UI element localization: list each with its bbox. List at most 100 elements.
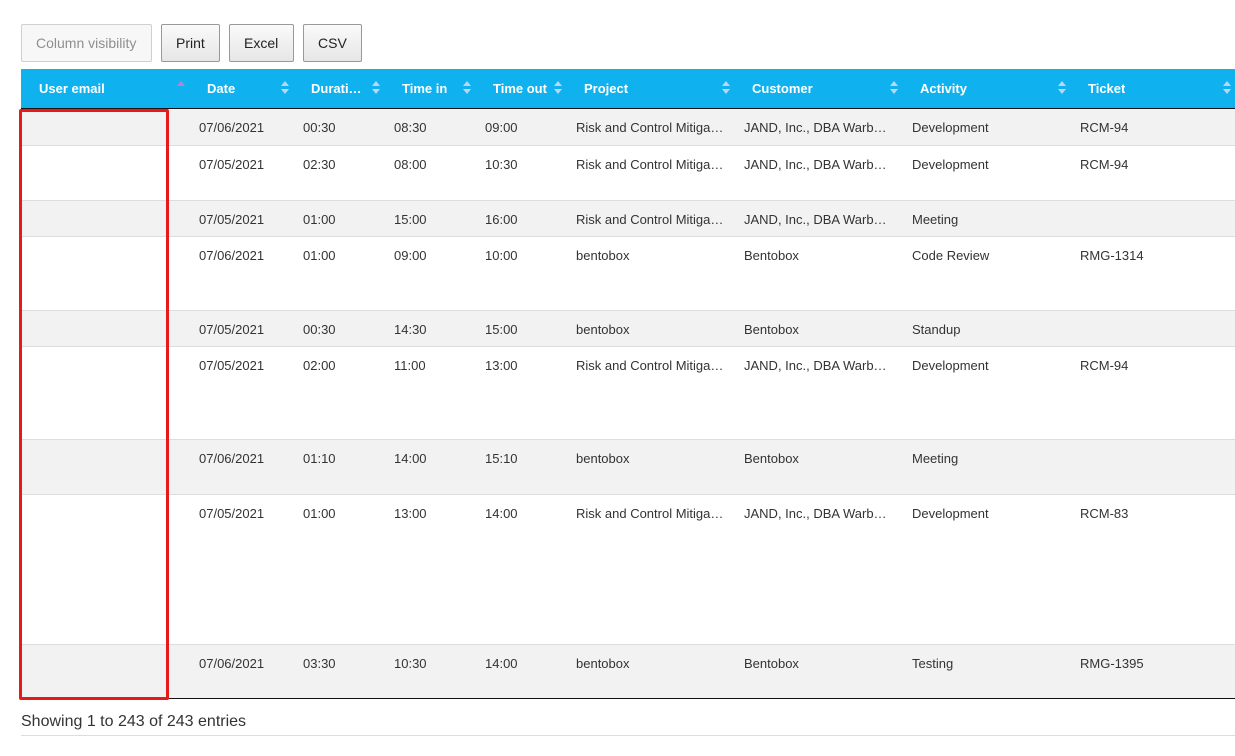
column-header-label: Activity <box>920 81 967 96</box>
cell-time-out: 14:00 <box>485 656 518 671</box>
table-row[interactable]: 07/05/2021 01:00 13:00 14:00 Risk and Co… <box>21 495 1235 645</box>
column-header-user-email[interactable]: User email <box>21 69 189 108</box>
table-row[interactable]: 07/05/2021 01:00 15:00 16:00 Risk and Co… <box>21 201 1235 237</box>
cell-project: Risk and Control Mitiga… <box>576 358 724 373</box>
cell-customer: JAND, Inc., DBA Warb… <box>744 120 887 135</box>
cell-customer: Bentobox <box>744 322 799 337</box>
sort-icon <box>554 81 562 97</box>
cell-date: 07/05/2021 <box>199 212 265 227</box>
cell-time-out: 10:00 <box>485 248 518 263</box>
cell-date: 07/05/2021 <box>199 322 265 337</box>
cell-time-in: 14:30 <box>394 322 427 337</box>
cell-project: Risk and Control Mitiga… <box>576 157 724 172</box>
column-header-label: User email <box>39 81 105 96</box>
cell-time-in: 14:00 <box>394 451 427 466</box>
cell-customer: Bentobox <box>744 451 799 466</box>
cell-duration: 00:30 <box>303 322 336 337</box>
cell-date: 07/05/2021 <box>199 358 265 373</box>
cell-date: 07/06/2021 <box>199 656 265 671</box>
table-row[interactable]: 07/06/2021 03:30 10:30 14:00 bentobox Be… <box>21 645 1235 698</box>
sort-icon <box>463 81 471 97</box>
cell-time-in: 08:30 <box>394 120 427 135</box>
cell-time-in: 15:00 <box>394 212 427 227</box>
cell-project: Risk and Control Mitiga… <box>576 212 724 227</box>
column-header-time-out[interactable]: Time out <box>475 69 566 108</box>
cell-duration: 00:30 <box>303 120 336 135</box>
cell-time-in: 10:30 <box>394 656 427 671</box>
csv-export-button[interactable]: CSV <box>303 24 362 62</box>
cell-time-out: 15:10 <box>485 451 518 466</box>
cell-project: Risk and Control Mitiga… <box>576 506 724 521</box>
cell-date: 07/05/2021 <box>199 506 265 521</box>
cell-time-out: 09:00 <box>485 120 518 135</box>
table-row[interactable]: 07/06/2021 00:30 08:30 09:00 Risk and Co… <box>21 109 1235 146</box>
cell-customer: Bentobox <box>744 248 799 263</box>
cell-time-out: 14:00 <box>485 506 518 521</box>
column-header-ticket[interactable]: Ticket <box>1070 69 1235 108</box>
cell-date: 07/06/2021 <box>199 451 265 466</box>
cell-time-in: 11:00 <box>394 358 426 373</box>
column-header-date[interactable]: Date <box>189 69 293 108</box>
cell-activity: Standup <box>912 322 961 337</box>
table-info: Showing 1 to 243 of 243 entries <box>21 713 247 730</box>
column-header-label: Durati… <box>311 81 362 96</box>
cell-project: Risk and Control Mitiga… <box>576 120 724 135</box>
cell-project: bentobox <box>576 322 630 337</box>
cell-activity: Development <box>912 358 989 373</box>
cell-activity: Code Review <box>912 248 990 263</box>
cell-project: bentobox <box>576 656 630 671</box>
cell-customer: JAND, Inc., DBA Warb… <box>744 358 887 373</box>
cell-duration: 03:30 <box>303 656 336 671</box>
cell-duration: 01:00 <box>303 506 336 521</box>
table-row[interactable]: 07/05/2021 02:00 11:00 13:00 Risk and Co… <box>21 347 1235 440</box>
column-header-label: Date <box>207 81 236 96</box>
sort-ascending-icon <box>177 81 185 97</box>
cell-duration: 01:00 <box>303 212 336 227</box>
cell-time-in: 09:00 <box>394 248 427 263</box>
cell-duration: 02:30 <box>303 157 336 172</box>
cell-project: bentobox <box>576 248 630 263</box>
sort-icon <box>1223 81 1231 97</box>
sort-icon <box>722 81 730 97</box>
table-row[interactable]: 07/06/2021 01:10 14:00 15:10 bentobox Be… <box>21 440 1235 495</box>
cell-activity: Development <box>912 120 989 135</box>
column-header-activity[interactable]: Activity <box>902 69 1070 108</box>
excel-export-button[interactable]: Excel <box>229 24 294 62</box>
cell-ticket: RCM-94 <box>1080 120 1129 135</box>
cell-date: 07/06/2021 <box>199 120 265 135</box>
column-header-project[interactable]: Project <box>566 69 734 108</box>
cell-activity: Development <box>912 157 989 172</box>
table-toolbar: Column visibility Print Excel CSV <box>21 24 362 62</box>
column-header-label: Time in <box>402 81 448 96</box>
column-visibility-button[interactable]: Column visibility <box>21 24 152 62</box>
cell-date: 07/05/2021 <box>199 157 265 172</box>
sort-icon <box>281 81 289 97</box>
divider <box>21 735 1235 736</box>
table-row[interactable]: 07/05/2021 02:30 08:00 10:30 Risk and Co… <box>21 146 1235 201</box>
cell-customer: JAND, Inc., DBA Warb… <box>744 157 887 172</box>
cell-date: 07/06/2021 <box>199 248 265 263</box>
sort-icon <box>890 81 898 97</box>
column-header-label: Project <box>584 81 629 96</box>
print-button[interactable]: Print <box>161 24 220 62</box>
sort-icon <box>372 81 380 97</box>
cell-ticket: RCM-94 <box>1080 358 1129 373</box>
column-header-customer[interactable]: Customer <box>734 69 902 108</box>
cell-time-in: 08:00 <box>394 157 427 172</box>
column-header-label: Customer <box>752 81 813 96</box>
column-header-duration[interactable]: Durati… <box>293 69 384 108</box>
cell-duration: 02:00 <box>303 358 336 373</box>
column-header-time-in[interactable]: Time in <box>384 69 475 108</box>
cell-activity: Meeting <box>912 451 959 466</box>
table-body: 07/06/2021 00:30 08:30 09:00 Risk and Co… <box>21 109 1235 699</box>
cell-time-out: 13:00 <box>485 358 518 373</box>
cell-activity: Testing <box>912 656 954 671</box>
cell-ticket: RMG-1314 <box>1080 248 1144 263</box>
table-row[interactable]: 07/05/2021 00:30 14:30 15:00 bentobox Be… <box>21 311 1235 347</box>
cell-time-out: 15:00 <box>485 322 518 337</box>
cell-project: bentobox <box>576 451 630 466</box>
cell-ticket: RCM-83 <box>1080 506 1129 521</box>
column-header-label: Time out <box>493 81 547 96</box>
table-row[interactable]: 07/06/2021 01:00 09:00 10:00 bentobox Be… <box>21 237 1235 311</box>
cell-duration: 01:10 <box>303 451 336 466</box>
